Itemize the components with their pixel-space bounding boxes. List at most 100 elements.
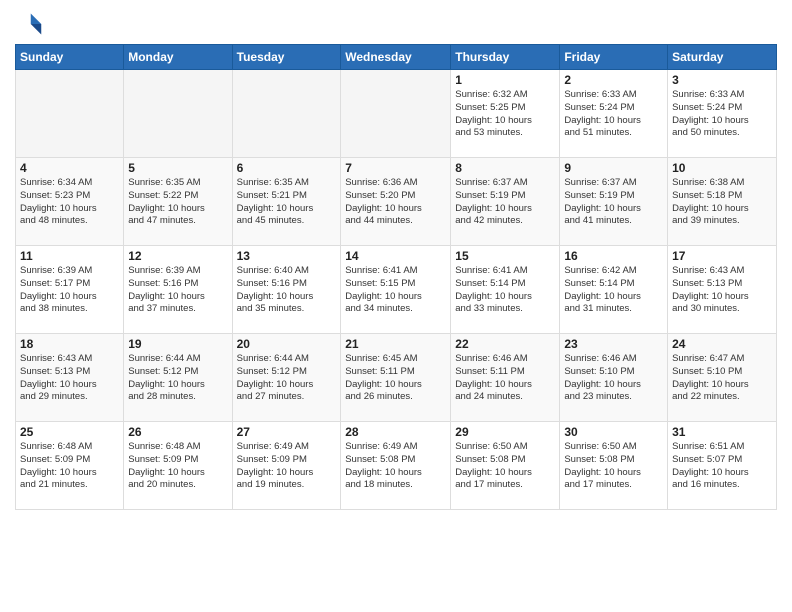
day-info: Sunrise: 6:46 AM Sunset: 5:10 PM Dayligh…: [564, 353, 663, 404]
week-row-4: 18 Sunrise: 6:43 AM Sunset: 5:13 PM Dayli…: [16, 334, 777, 422]
day-number: 1: [455, 73, 555, 87]
day-number: 6: [237, 161, 337, 175]
calendar-cell: 21 Sunrise: 6:45 AM Sunset: 5:11 PM Dayli…: [341, 334, 451, 422]
calendar-cell: 9 Sunrise: 6:37 AM Sunset: 5:19 PM Daylig…: [560, 158, 668, 246]
day-info: Sunrise: 6:45 AM Sunset: 5:11 PM Dayligh…: [345, 353, 446, 404]
calendar-cell: 15 Sunrise: 6:41 AM Sunset: 5:14 PM Dayli…: [451, 246, 560, 334]
calendar-cell: 31 Sunrise: 6:51 AM Sunset: 5:07 PM Dayli…: [668, 422, 777, 510]
day-number: 29: [455, 425, 555, 439]
day-info: Sunrise: 6:41 AM Sunset: 5:14 PM Dayligh…: [455, 265, 555, 316]
page: SundayMondayTuesdayWednesdayThursdayFrid…: [0, 0, 792, 612]
day-number: 5: [128, 161, 227, 175]
day-info: Sunrise: 6:39 AM Sunset: 5:17 PM Dayligh…: [20, 265, 119, 316]
day-info: Sunrise: 6:44 AM Sunset: 5:12 PM Dayligh…: [237, 353, 337, 404]
day-info: Sunrise: 6:42 AM Sunset: 5:14 PM Dayligh…: [564, 265, 663, 316]
day-info: Sunrise: 6:51 AM Sunset: 5:07 PM Dayligh…: [672, 441, 772, 492]
weekday-header-monday: Monday: [124, 45, 232, 70]
day-number: 15: [455, 249, 555, 263]
day-number: 3: [672, 73, 772, 87]
day-number: 28: [345, 425, 446, 439]
calendar-cell: [16, 70, 124, 158]
day-info: Sunrise: 6:33 AM Sunset: 5:24 PM Dayligh…: [564, 89, 663, 140]
day-number: 22: [455, 337, 555, 351]
calendar-cell: 17 Sunrise: 6:43 AM Sunset: 5:13 PM Dayli…: [668, 246, 777, 334]
day-info: Sunrise: 6:41 AM Sunset: 5:15 PM Dayligh…: [345, 265, 446, 316]
calendar-cell: 3 Sunrise: 6:33 AM Sunset: 5:24 PM Daylig…: [668, 70, 777, 158]
day-number: 18: [20, 337, 119, 351]
calendar-cell: 25 Sunrise: 6:48 AM Sunset: 5:09 PM Dayli…: [16, 422, 124, 510]
day-number: 7: [345, 161, 446, 175]
calendar-cell: [232, 70, 341, 158]
day-number: 16: [564, 249, 663, 263]
calendar-cell: 27Sunrise: 6:49 AM Sunset: 5:09 PM Dayli…: [232, 422, 341, 510]
calendar-cell: 28 Sunrise: 6:49 AM Sunset: 5:08 PM Dayli…: [341, 422, 451, 510]
day-info: Sunrise: 6:34 AM Sunset: 5:23 PM Dayligh…: [20, 177, 119, 228]
day-number: 30: [564, 425, 663, 439]
day-number: 13: [237, 249, 337, 263]
day-info: Sunrise: 6:37 AM Sunset: 5:19 PM Dayligh…: [455, 177, 555, 228]
day-info: Sunrise: 6:43 AM Sunset: 5:13 PM Dayligh…: [20, 353, 119, 404]
day-info: Sunrise: 6:50 AM Sunset: 5:08 PM Dayligh…: [564, 441, 663, 492]
day-number: 2: [564, 73, 663, 87]
header: [15, 10, 777, 38]
day-number: 27: [237, 425, 337, 439]
calendar-cell: 11 Sunrise: 6:39 AM Sunset: 5:17 PM Dayli…: [16, 246, 124, 334]
weekday-header-sunday: Sunday: [16, 45, 124, 70]
week-row-5: 25 Sunrise: 6:48 AM Sunset: 5:09 PM Dayli…: [16, 422, 777, 510]
day-info: Sunrise: 6:44 AM Sunset: 5:12 PM Dayligh…: [128, 353, 227, 404]
day-info: Sunrise: 6:35 AM Sunset: 5:22 PM Dayligh…: [128, 177, 227, 228]
calendar-cell: 1 Sunrise: 6:32 AM Sunset: 5:25 PM Daylig…: [451, 70, 560, 158]
weekday-header-row: SundayMondayTuesdayWednesdayThursdayFrid…: [16, 45, 777, 70]
calendar-cell: 23 Sunrise: 6:46 AM Sunset: 5:10 PM Dayli…: [560, 334, 668, 422]
day-info: Sunrise: 6:40 AM Sunset: 5:16 PM Dayligh…: [237, 265, 337, 316]
day-number: 12: [128, 249, 227, 263]
calendar-table: SundayMondayTuesdayWednesdayThursdayFrid…: [15, 44, 777, 510]
day-info: Sunrise: 6:33 AM Sunset: 5:24 PM Dayligh…: [672, 89, 772, 140]
calendar-cell: 30 Sunrise: 6:50 AM Sunset: 5:08 PM Dayli…: [560, 422, 668, 510]
day-info: Sunrise: 6:48 AM Sunset: 5:09 PM Dayligh…: [128, 441, 227, 492]
day-number: 14: [345, 249, 446, 263]
calendar-cell: 8 Sunrise: 6:37 AM Sunset: 5:19 PM Daylig…: [451, 158, 560, 246]
day-number: 25: [20, 425, 119, 439]
day-info: Sunrise: 6:48 AM Sunset: 5:09 PM Dayligh…: [20, 441, 119, 492]
day-info: Sunrise: 6:39 AM Sunset: 5:16 PM Dayligh…: [128, 265, 227, 316]
day-info: Sunrise: 6:50 AM Sunset: 5:08 PM Dayligh…: [455, 441, 555, 492]
day-number: 23: [564, 337, 663, 351]
calendar-cell: 20Sunrise: 6:44 AM Sunset: 5:12 PM Dayli…: [232, 334, 341, 422]
weekday-header-thursday: Thursday: [451, 45, 560, 70]
calendar-cell: 14 Sunrise: 6:41 AM Sunset: 5:15 PM Dayli…: [341, 246, 451, 334]
weekday-header-saturday: Saturday: [668, 45, 777, 70]
logo: [15, 10, 47, 38]
calendar-cell: 13 Sunrise: 6:40 AM Sunset: 5:16 PM Dayli…: [232, 246, 341, 334]
calendar-cell: 18 Sunrise: 6:43 AM Sunset: 5:13 PM Dayli…: [16, 334, 124, 422]
day-number: 26: [128, 425, 227, 439]
day-number: 11: [20, 249, 119, 263]
calendar-cell: 29 Sunrise: 6:50 AM Sunset: 5:08 PM Dayli…: [451, 422, 560, 510]
day-info: Sunrise: 6:47 AM Sunset: 5:10 PM Dayligh…: [672, 353, 772, 404]
day-info: Sunrise: 6:46 AM Sunset: 5:11 PM Dayligh…: [455, 353, 555, 404]
calendar-cell: 10 Sunrise: 6:38 AM Sunset: 5:18 PM Dayli…: [668, 158, 777, 246]
day-number: 31: [672, 425, 772, 439]
calendar-cell: 22 Sunrise: 6:46 AM Sunset: 5:11 PM Dayli…: [451, 334, 560, 422]
day-number: 17: [672, 249, 772, 263]
weekday-header-tuesday: Tuesday: [232, 45, 341, 70]
calendar-cell: [341, 70, 451, 158]
week-row-2: 4 Sunrise: 6:34 AM Sunset: 5:23 PM Daylig…: [16, 158, 777, 246]
day-number: 8: [455, 161, 555, 175]
week-row-3: 11 Sunrise: 6:39 AM Sunset: 5:17 PM Dayli…: [16, 246, 777, 334]
day-info: Sunrise: 6:35 AM Sunset: 5:21 PM Dayligh…: [237, 177, 337, 228]
day-number: 9: [564, 161, 663, 175]
day-number: 10: [672, 161, 772, 175]
day-number: 19: [128, 337, 227, 351]
calendar-cell: 16 Sunrise: 6:42 AM Sunset: 5:14 PM Dayli…: [560, 246, 668, 334]
week-row-1: 1 Sunrise: 6:32 AM Sunset: 5:25 PM Daylig…: [16, 70, 777, 158]
day-info: Sunrise: 6:32 AM Sunset: 5:25 PM Dayligh…: [455, 89, 555, 140]
day-info: Sunrise: 6:37 AM Sunset: 5:19 PM Dayligh…: [564, 177, 663, 228]
weekday-header-wednesday: Wednesday: [341, 45, 451, 70]
day-info: Sunrise: 6:38 AM Sunset: 5:18 PM Dayligh…: [672, 177, 772, 228]
day-number: 21: [345, 337, 446, 351]
calendar-cell: 24Sunrise: 6:47 AM Sunset: 5:10 PM Dayli…: [668, 334, 777, 422]
day-info: Sunrise: 6:43 AM Sunset: 5:13 PM Dayligh…: [672, 265, 772, 316]
day-info: Sunrise: 6:49 AM Sunset: 5:08 PM Dayligh…: [345, 441, 446, 492]
day-number: 4: [20, 161, 119, 175]
